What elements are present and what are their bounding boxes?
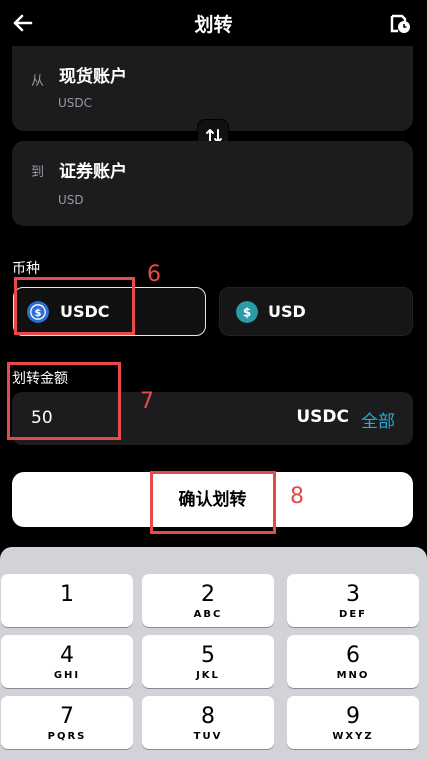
key-6[interactable]: 6 MNO <box>287 635 419 688</box>
key-5[interactable]: 5 JKL <box>142 635 274 688</box>
annotation-number: 8 <box>290 484 304 509</box>
svg-text:$: $ <box>243 306 251 320</box>
usd-coin-icon: $ <box>236 301 258 323</box>
key-4[interactable]: 4 GHI <box>1 635 133 688</box>
key-9[interactable]: 9 WXYZ <box>287 696 419 749</box>
key-letters: TUV <box>193 731 223 742</box>
annotation-box <box>150 471 276 534</box>
key-3[interactable]: 3 DEF <box>287 574 419 627</box>
key-digit: 1 <box>60 582 74 607</box>
key-digit: 4 <box>60 643 74 668</box>
key-letters: DEF <box>339 609 367 620</box>
key-1[interactable]: 1 <box>1 574 133 627</box>
to-account-card[interactable]: 到 证券账户 USD <box>12 141 413 226</box>
key-letters: GHI <box>53 670 81 681</box>
key-digit: 3 <box>346 582 360 607</box>
coin-option-label: USD <box>268 302 306 321</box>
key-letters: ABC <box>193 609 223 620</box>
page-title: 划转 <box>194 14 233 36</box>
to-account-currency: USD <box>58 193 84 207</box>
amount-currency: USDC <box>296 407 349 427</box>
key-digit: 8 <box>201 704 215 729</box>
key-digit: 2 <box>201 582 215 607</box>
key-digit: 6 <box>346 643 360 668</box>
key-7[interactable]: 7 PQRS <box>1 696 133 749</box>
coin-section-label: 币种 <box>12 261 40 277</box>
key-digit: 7 <box>60 704 74 729</box>
to-account-name: 证券账户 <box>59 162 127 182</box>
from-account-name: 现货账户 <box>59 67 127 87</box>
coin-option-usd[interactable]: $ USD <box>219 287 413 336</box>
numeric-keypad: 1 2 ABC 3 DEF 4 GHI 5 JKL 6 MNO 7 PQRS 8… <box>0 547 427 759</box>
annotation-number: 6 <box>147 262 161 287</box>
key-2[interactable]: 2 ABC <box>142 574 274 627</box>
from-account-currency: USDC <box>58 96 93 110</box>
annotation-number: 7 <box>140 389 154 414</box>
annotation-box <box>7 362 121 440</box>
key-letters: JKL <box>196 670 220 681</box>
annotation-box <box>14 277 135 335</box>
max-all-button[interactable]: 全部 <box>361 407 395 432</box>
history-clock-icon[interactable] <box>389 12 411 34</box>
to-label: 到 <box>31 165 45 180</box>
from-label: 从 <box>31 74 45 89</box>
key-letters: WXYZ <box>332 731 374 742</box>
key-digit: 9 <box>346 704 360 729</box>
header: 划转 <box>0 0 427 46</box>
key-8[interactable]: 8 TUV <box>142 696 274 749</box>
key-letters: PQRS <box>47 731 87 742</box>
key-letters: MNO <box>336 670 370 681</box>
key-digit: 5 <box>201 643 215 668</box>
